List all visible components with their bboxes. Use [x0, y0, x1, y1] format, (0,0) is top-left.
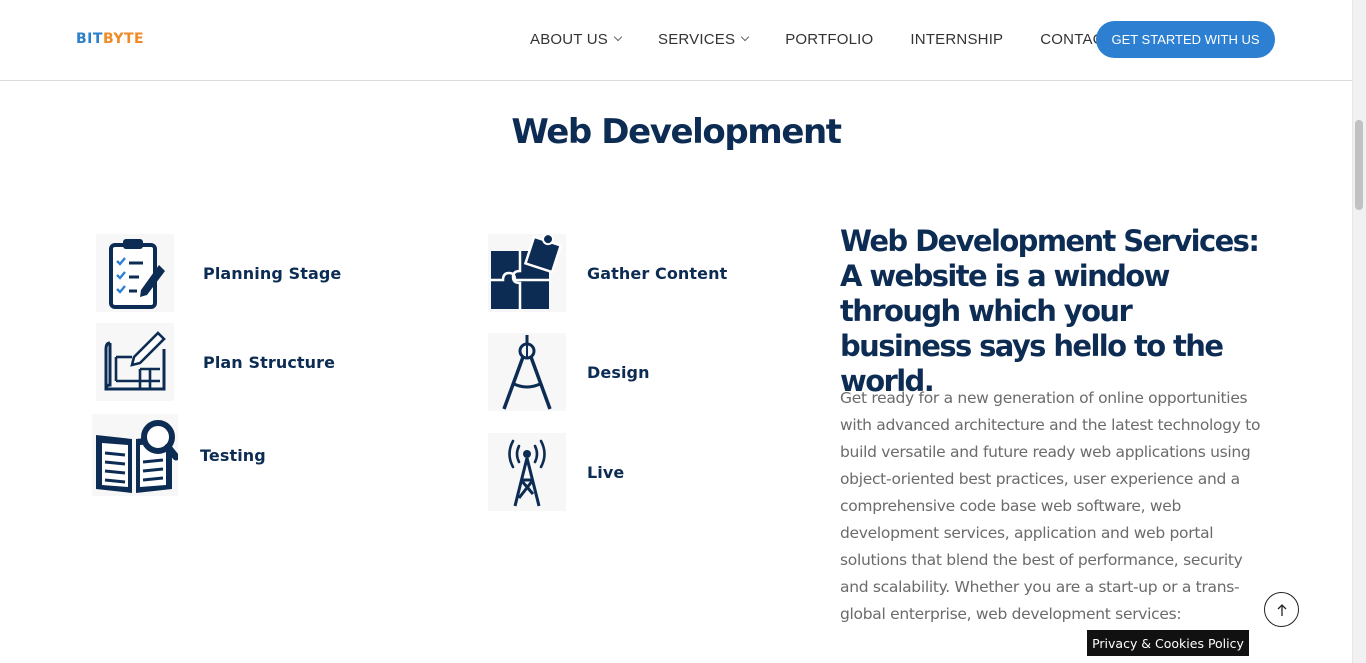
chevron-down-icon	[613, 32, 623, 42]
services-description: Get ready for a new generation of online…	[840, 389, 1261, 623]
antenna-tower-icon	[488, 433, 566, 511]
bitbyte-logo[interactable]: BIT BYTE	[76, 31, 144, 47]
blueprint-icon	[96, 323, 174, 401]
scrollbar-thumb[interactable]	[1355, 120, 1363, 210]
puzzle-icon	[488, 234, 566, 312]
step-testing: Testing	[92, 414, 266, 496]
step-planning-stage: Planning Stage	[96, 234, 341, 312]
chevron-down-icon	[740, 32, 750, 42]
nav-services-label: SERVICES	[658, 30, 736, 48]
nav-about-us-label: ABOUT US	[530, 30, 609, 48]
get-started-button[interactable]: GET STARTED WITH US	[1096, 21, 1275, 58]
logo-part-byte: BYTE	[102, 31, 145, 47]
nav-internship[interactable]: INTERNSHIP	[910, 31, 1003, 48]
compass-icon	[488, 333, 566, 411]
step-label: Design	[587, 362, 650, 382]
nav-portfolio[interactable]: PORTFOLIO	[785, 31, 873, 48]
page-scrollbar[interactable]	[1352, 0, 1366, 663]
services-heading: Web Development Services: A website is a…	[840, 224, 1260, 398]
step-gather-content: Gather Content	[488, 234, 727, 312]
nav-internship-label: INTERNSHIP	[910, 30, 1004, 48]
site-header: BIT BYTE ABOUT US SERVICES PORTFOLIO INTE…	[0, 0, 1352, 81]
section-title: Web Development	[511, 112, 842, 152]
nav-portfolio-label: PORTFOLIO	[785, 30, 874, 48]
step-label: Plan Structure	[203, 352, 336, 372]
clipboard-checklist-icon	[96, 234, 174, 312]
step-live: Live	[488, 433, 624, 511]
step-plan-structure: Plan Structure	[96, 323, 335, 401]
nav-about-us[interactable]: ABOUT US	[530, 30, 623, 48]
arrow-up-icon	[1277, 603, 1286, 616]
privacy-cookies-policy-button[interactable]: Privacy & Cookies Policy	[1085, 628, 1251, 658]
main-nav: ABOUT US SERVICES PORTFOLIO INTERNSHIP C…	[530, 29, 1113, 49]
book-magnifier-icon	[92, 414, 178, 496]
back-to-top-button[interactable]	[1264, 592, 1299, 627]
step-label: Gather Content	[587, 263, 728, 283]
logo-part-bit: BIT	[76, 31, 103, 47]
step-label: Testing	[200, 445, 266, 465]
step-label: Live	[587, 462, 625, 482]
nav-services[interactable]: SERVICES	[658, 30, 750, 48]
step-label: Planning Stage	[203, 263, 342, 283]
step-design: Design	[488, 333, 650, 411]
